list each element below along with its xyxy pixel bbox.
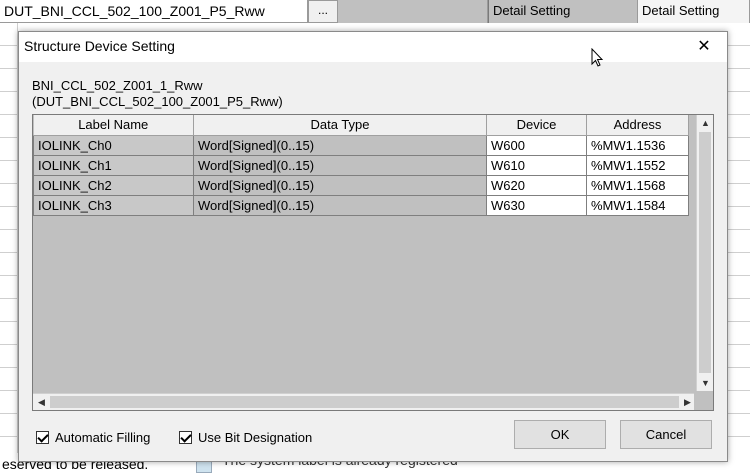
close-icon: ✕ xyxy=(697,38,711,55)
address-cell[interactable]: %MW1.1584 xyxy=(586,194,689,216)
table-row[interactable]: IOLINK_Ch1 Word[Signed](0..15) W610 %MW1… xyxy=(33,154,689,176)
table-row[interactable]: IOLINK_Ch3 Word[Signed](0..15) W630 %MW1… xyxy=(33,194,689,216)
device-cell[interactable]: W620 xyxy=(486,174,587,196)
scrollbar-corner xyxy=(694,391,713,410)
structure-info: BNI_CCL_502_Z001_1_Rww (DUT_BNI_CCL_502_… xyxy=(32,78,283,110)
automatic-filling-label: Automatic Filling xyxy=(55,430,151,445)
cancel-button[interactable]: Cancel xyxy=(620,420,712,449)
data-type-cell: Word[Signed](0..15) xyxy=(193,174,487,196)
structure-device-setting-dialog: Structure Device Setting ✕ BNI_CCL_502_Z… xyxy=(18,31,728,462)
column-header-label-name[interactable]: Label Name xyxy=(33,115,194,136)
device-cell[interactable]: W600 xyxy=(486,134,587,156)
label-name-cell[interactable]: IOLINK_Ch3 xyxy=(33,194,194,216)
dialog-titlebar[interactable]: Structure Device Setting ✕ xyxy=(19,32,727,62)
address-cell[interactable]: %MW1.1568 xyxy=(586,174,689,196)
label-name-cell[interactable]: IOLINK_Ch2 xyxy=(33,174,194,196)
vertical-scrollbar[interactable]: ▲ ▼ xyxy=(696,115,713,392)
table-row[interactable]: IOLINK_Ch2 Word[Signed](0..15) W620 %MW1… xyxy=(33,174,689,196)
label-name-cell[interactable]: IOLINK_Ch0 xyxy=(33,134,194,156)
device-grid: Label Name Data Type Device Address IOLI… xyxy=(32,114,714,411)
column-header-address[interactable]: Address xyxy=(586,115,689,136)
table-row[interactable]: IOLINK_Ch0 Word[Signed](0..15) W600 %MW1… xyxy=(33,134,689,156)
sheet-cell-structure-name[interactable]: DUT_BNI_CCL_502_100_Z001_P5_Rww xyxy=(0,0,308,23)
horizontal-scroll-thumb[interactable] xyxy=(50,396,679,408)
scroll-down-icon[interactable]: ▼ xyxy=(697,375,714,392)
scroll-left-icon[interactable]: ◀ xyxy=(33,394,50,411)
scroll-up-icon[interactable]: ▲ xyxy=(697,115,714,132)
automatic-filling-checkbox[interactable]: Automatic Filling xyxy=(36,430,150,445)
structure-type-name: (DUT_BNI_CCL_502_100_Z001_P5_Rww) xyxy=(32,94,283,109)
mouse-cursor-icon xyxy=(591,48,604,67)
checkmark-icon[interactable] xyxy=(179,431,192,444)
address-cell[interactable]: %MW1.1552 xyxy=(586,154,689,176)
column-header-device[interactable]: Device xyxy=(486,115,587,136)
browse-button[interactable]: ... xyxy=(308,0,338,23)
device-cell[interactable]: W630 xyxy=(486,194,587,216)
use-bit-designation-checkbox[interactable]: Use Bit Designation xyxy=(179,430,312,445)
checkmark-icon[interactable] xyxy=(36,431,49,444)
column-header-data-type[interactable]: Data Type xyxy=(193,115,487,136)
close-button[interactable]: ✕ xyxy=(681,32,727,62)
sheet-right-column xyxy=(728,23,750,453)
dialog-title: Structure Device Setting xyxy=(24,38,175,54)
sheet-cell-empty xyxy=(338,0,488,23)
sheet-row: DUT_BNI_CCL_502_100_Z001_P5_Rww ... Deta… xyxy=(0,0,750,23)
device-table: Label Name Data Type Device Address IOLI… xyxy=(33,115,689,216)
data-type-cell: Word[Signed](0..15) xyxy=(193,134,487,156)
detail-setting-cell[interactable]: Detail Setting xyxy=(638,0,750,23)
data-type-cell: Word[Signed](0..15) xyxy=(193,194,487,216)
address-cell[interactable]: %MW1.1536 xyxy=(586,134,689,156)
detail-setting-cell[interactable]: Detail Setting xyxy=(488,0,638,23)
ok-button[interactable]: OK xyxy=(514,420,606,449)
label-name-cell[interactable]: IOLINK_Ch1 xyxy=(33,154,194,176)
structure-label-name: BNI_CCL_502_Z001_1_Rww xyxy=(32,78,203,93)
use-bit-designation-label: Use Bit Designation xyxy=(198,430,313,445)
sheet-left-column xyxy=(0,23,18,453)
data-type-cell: Word[Signed](0..15) xyxy=(193,154,487,176)
horizontal-scrollbar[interactable]: ◀ ▶ xyxy=(33,393,696,410)
vertical-scroll-thumb[interactable] xyxy=(699,132,711,373)
device-cell[interactable]: W610 xyxy=(486,154,587,176)
